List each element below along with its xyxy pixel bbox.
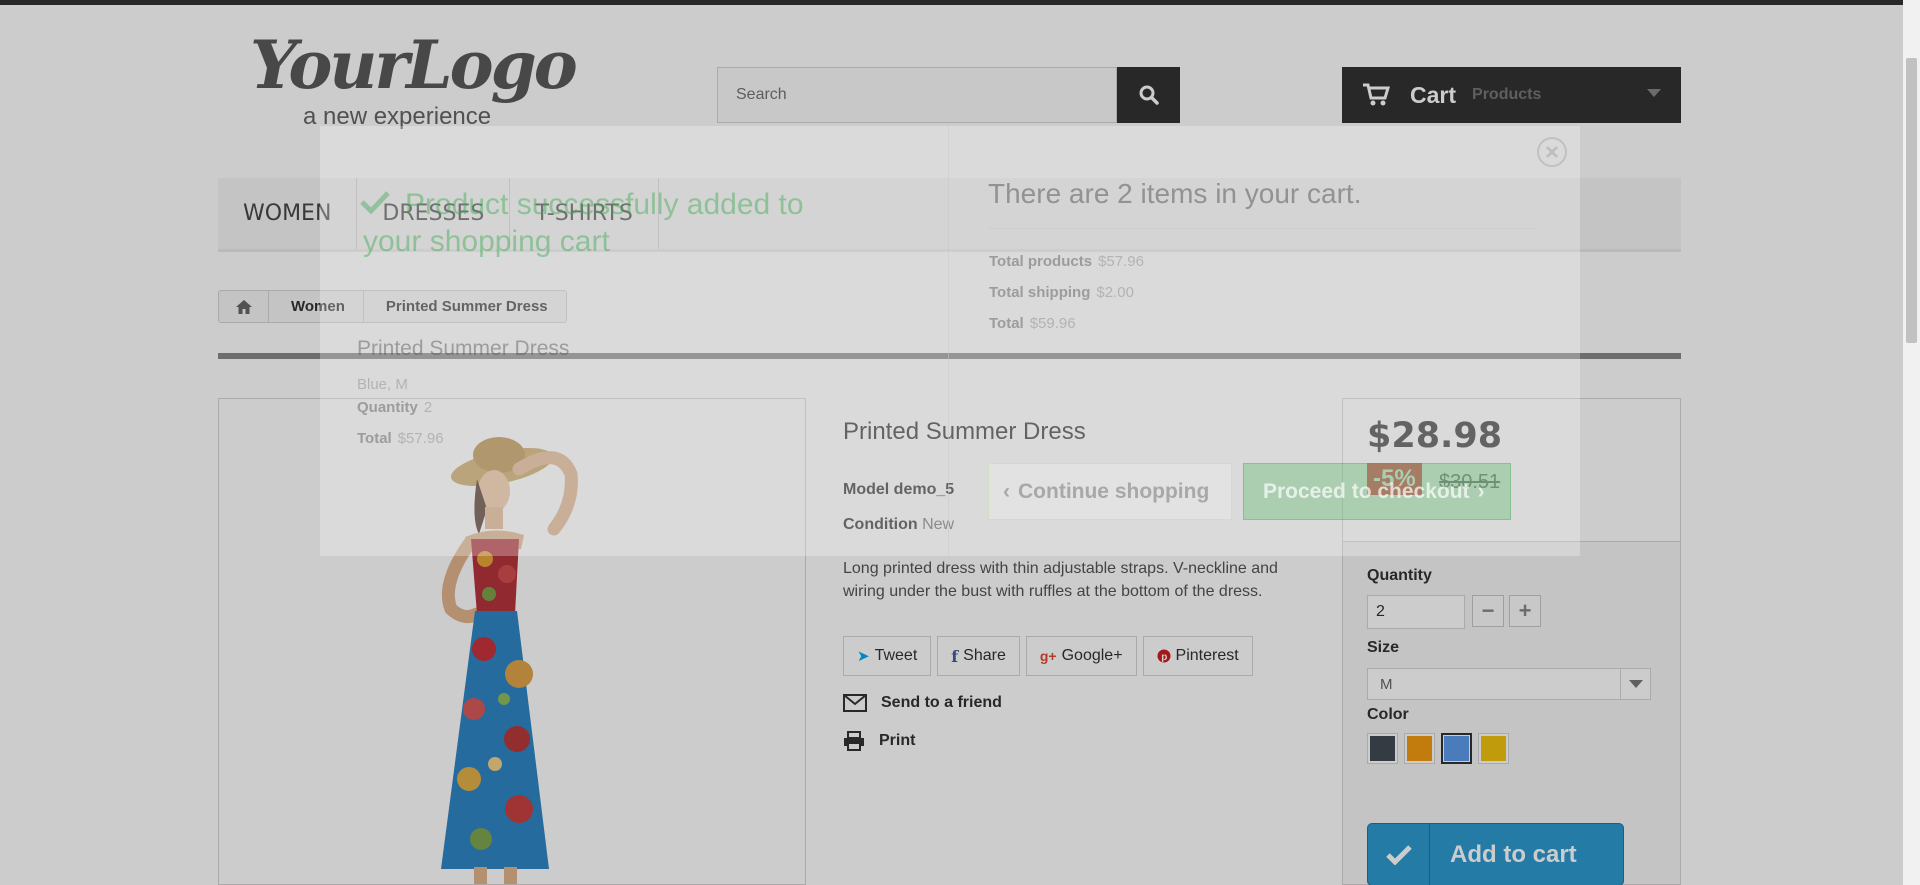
- total-shipping-value: $2.00: [1096, 284, 1134, 301]
- modal-total-shipping: Total shipping $2.00: [989, 284, 1134, 301]
- page-scrollbar[interactable]: [1903, 0, 1920, 885]
- modal-quantity-value: 2: [423, 399, 433, 416]
- proceed-label: Proceed to checkout: [1263, 479, 1470, 503]
- modal-success-heading: Product successfully added to your shopp…: [363, 188, 804, 258]
- grand-total-value: $59.96: [1029, 315, 1076, 332]
- modal-quantity-label: Quantity: [357, 399, 418, 416]
- scrollbar-thumb[interactable]: [1906, 58, 1917, 343]
- close-icon: [1545, 145, 1559, 159]
- modal-total-products: Total products $57.96: [989, 253, 1144, 270]
- chevron-right-icon: ›: [1477, 479, 1485, 503]
- modal-close-button[interactable]: [1537, 137, 1567, 167]
- modal-cart-count: There are 2 items in your cart.: [988, 178, 1362, 209]
- continue-shopping-label: Continue shopping: [1018, 479, 1210, 503]
- grand-total-label: Total: [989, 315, 1024, 332]
- total-products-value: $57.96: [1098, 253, 1144, 270]
- modal-total-value: $57.96: [397, 430, 444, 447]
- proceed-to-checkout-button[interactable]: Proceed to checkout ›: [1243, 463, 1511, 520]
- chevron-left-icon: ‹: [1003, 479, 1010, 503]
- modal-separator: [948, 126, 949, 556]
- modal-quantity: Quantity 2: [357, 399, 432, 416]
- modal-product-name: Printed Summer Dress: [357, 337, 570, 360]
- modal-total-label: Total: [357, 430, 392, 447]
- continue-shopping-button[interactable]: ‹ Continue shopping: [988, 463, 1232, 520]
- modal-total: Total $57.96: [357, 430, 444, 447]
- total-products-label: Total products: [989, 253, 1093, 270]
- modal-product-attributes: Blue, M: [357, 376, 408, 393]
- total-shipping-label: Total shipping: [989, 284, 1091, 301]
- modal-divider: [988, 228, 1537, 229]
- page: YourLogo a new experience Cart Products …: [0, 0, 1903, 885]
- modal-grand-total: Total $59.96: [989, 315, 1076, 332]
